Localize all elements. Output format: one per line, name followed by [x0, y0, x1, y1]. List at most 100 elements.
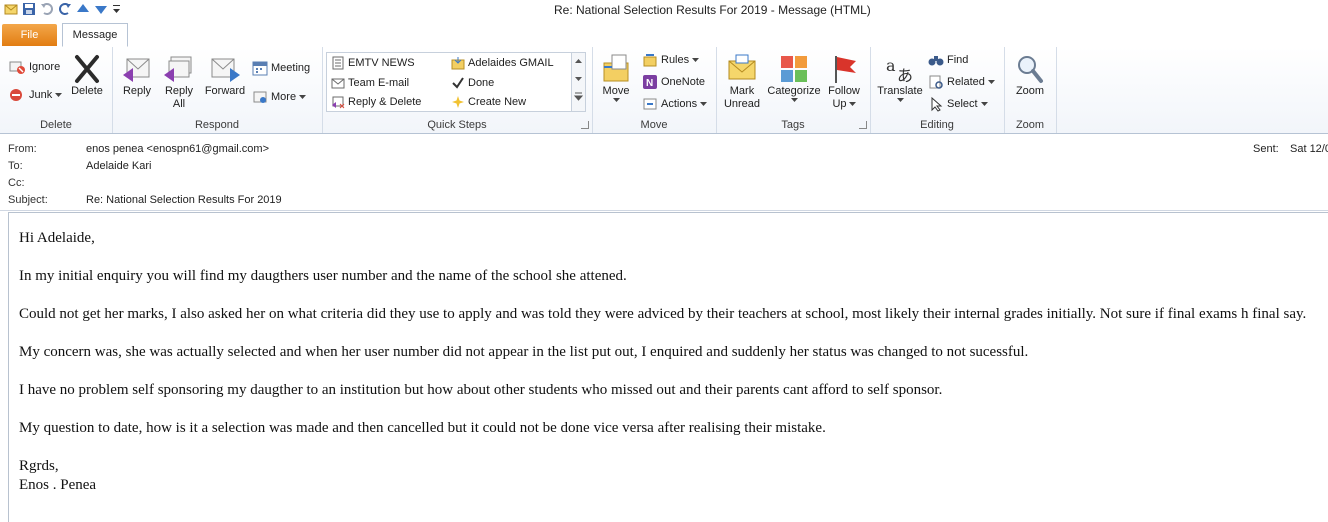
to-value[interactable]: Adelaide Kari: [86, 160, 151, 172]
quick-access-toolbar: [4, 2, 126, 16]
quick-step-create-new[interactable]: Create New: [451, 95, 526, 109]
move-group-label: Move: [640, 119, 668, 131]
related-button[interactable]: Related: [928, 74, 995, 90]
quick-step-reply-delete[interactable]: Reply & Delete: [331, 95, 421, 109]
dropdown-arrow-icon: [790, 98, 798, 102]
dropdown-arrow-icon: [692, 57, 700, 62]
paragraph-5: My question to date, how is it a selecti…: [19, 420, 826, 436]
paragraph-3: My concern was, she was actually selecte…: [19, 344, 1029, 360]
meeting-button[interactable]: Meeting: [252, 60, 310, 76]
reply-all-icon: [164, 56, 192, 82]
quick-steps-gallery: EMTV NEWS Adelaides GMAIL Team E-mail Do…: [326, 52, 586, 112]
dropdown-arrow-icon: [612, 98, 620, 102]
redo-icon[interactable]: [58, 2, 72, 16]
translate-icon: aあ: [886, 56, 913, 85]
reply-delete-icon: [332, 96, 345, 109]
scroll-up-icon: [575, 59, 582, 63]
dropdown-arrow-icon: [896, 98, 904, 102]
customize-icon[interactable]: [112, 2, 126, 16]
onenote-button[interactable]: N OneNote: [642, 74, 705, 90]
paragraph-1: In my initial enquiry you will find my d…: [19, 268, 627, 284]
svg-text:あ: あ: [897, 66, 913, 85]
respond-group-label: Respond: [194, 119, 240, 131]
svg-text:N: N: [646, 78, 653, 89]
gallery-more-icon: [573, 92, 584, 101]
scroll-down-icon: [575, 77, 582, 81]
paragraph-4: I have no problem self sponsoring my dau…: [19, 382, 943, 398]
rules-button[interactable]: Rules: [642, 52, 700, 68]
categorize-button[interactable]: Categorize: [766, 53, 822, 103]
dropdown-arrow-icon: [980, 101, 988, 106]
dropdown-arrow-icon: [55, 92, 63, 97]
onenote-icon: N: [643, 75, 657, 89]
sent-value: Sat 12/0: [1290, 143, 1328, 155]
mark-unread-button[interactable]: Mark Unread: [720, 53, 764, 111]
dropdown-arrow-icon: [848, 102, 856, 106]
tags-group-label: Tags: [781, 119, 805, 131]
paragraph-2: Could not get her marks, I also asked he…: [19, 306, 1307, 322]
from-label: From:: [8, 143, 37, 155]
delete-button[interactable]: Delete: [68, 53, 106, 98]
create-new-icon: [452, 96, 464, 108]
select-button[interactable]: Select: [928, 96, 988, 112]
title-bar: Re: National Selection Results For 2019 …: [0, 0, 1328, 22]
checkmark-icon: [452, 77, 464, 89]
up-arrow-icon[interactable]: [76, 2, 90, 16]
subject-value: Re: National Selection Results For 2019: [86, 194, 282, 206]
quick-steps-scrollbar[interactable]: [571, 53, 585, 111]
calendar-icon: [252, 61, 268, 76]
zoom-button[interactable]: Zoom: [1010, 53, 1050, 98]
follow-up-button[interactable]: Follow Up: [824, 53, 864, 111]
undo-icon[interactable]: [40, 2, 54, 16]
binoculars-icon: [928, 56, 944, 66]
to-label: To:: [8, 160, 23, 172]
from-value[interactable]: enos penea <enospn61@gmail.com>: [86, 143, 269, 155]
tab-message[interactable]: Message: [62, 23, 128, 47]
zoom-group-label: Zoom: [1015, 119, 1045, 131]
delete-group: Ignore Junk Delete Delete: [0, 47, 113, 133]
ribbon-tabs: File Message: [0, 22, 1328, 48]
quick-steps-group-label: Quick Steps: [427, 119, 487, 131]
quick-step-emtv-news[interactable]: EMTV NEWS: [331, 56, 415, 70]
greeting: Hi Adelaide,: [19, 230, 95, 246]
reply-icon: [123, 58, 150, 82]
quick-steps-group: EMTV NEWS Adelaides GMAIL Team E-mail Do…: [322, 47, 593, 133]
junk-icon: [10, 89, 22, 101]
ignore-button[interactable]: Ignore: [8, 59, 60, 75]
notebook-icon: [332, 56, 344, 70]
actions-icon: [643, 98, 657, 110]
quick-step-adelaides-gmail[interactable]: Adelaides GMAIL: [451, 56, 554, 70]
reply-all-button[interactable]: Reply All: [160, 53, 198, 111]
cursor-icon: [931, 96, 943, 112]
quick-step-done[interactable]: Done: [451, 76, 494, 90]
editing-group: aあ Translate Find Related Select Editing: [870, 47, 1005, 133]
dropdown-arrow-icon: [299, 94, 307, 99]
junk-button[interactable]: Junk: [8, 87, 63, 103]
tab-file[interactable]: File: [2, 24, 57, 46]
window-title: Re: National Selection Results For 2019 …: [554, 3, 871, 17]
cc-label: Cc:: [8, 177, 25, 189]
forward-button[interactable]: Forward: [202, 53, 248, 98]
move-button[interactable]: Move: [598, 53, 634, 103]
save-icon[interactable]: [22, 2, 36, 16]
find-button[interactable]: Find: [928, 52, 968, 68]
down-arrow-icon[interactable]: [94, 2, 108, 16]
message-body[interactable]: Hi Adelaide, In my initial enquiry you w…: [8, 212, 1328, 522]
envelope-icon: [4, 2, 18, 16]
closing: Rgrds,: [19, 458, 59, 474]
editing-group-label: Editing: [920, 119, 954, 131]
flag-icon: [835, 56, 856, 83]
forward-icon: [211, 58, 240, 82]
translate-button[interactable]: aあ Translate: [874, 53, 926, 103]
message-header: From: enos penea <enospn61@gmail.com> To…: [0, 134, 1328, 211]
dropdown-arrow-icon: [987, 79, 995, 84]
zoom-group: Zoom Zoom: [1004, 47, 1057, 133]
ignore-icon: [9, 61, 25, 74]
actions-button[interactable]: Actions: [642, 96, 708, 112]
more-icon: [253, 91, 267, 103]
quick-step-team-email[interactable]: Team E-mail: [331, 76, 409, 90]
reply-button[interactable]: Reply: [118, 53, 156, 98]
respond-group: Reply Reply All Forward Meeting More Res…: [112, 47, 323, 133]
move-icon: [603, 54, 629, 82]
more-button[interactable]: More: [252, 89, 307, 105]
